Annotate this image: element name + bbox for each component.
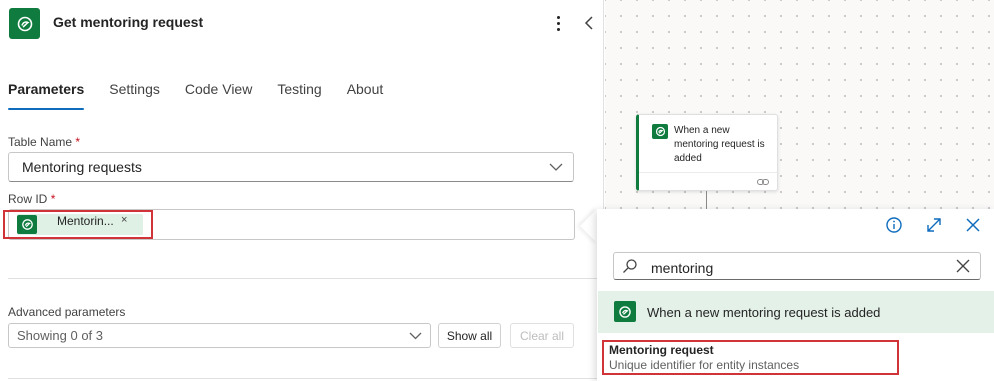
- divider: [8, 278, 602, 279]
- chevron-down-icon: [549, 163, 563, 171]
- dataverse-icon: [614, 301, 636, 322]
- dynamic-content-search[interactable]: mentoring: [613, 252, 981, 280]
- tab-settings[interactable]: Settings: [109, 80, 160, 110]
- highlight-box: [602, 340, 899, 375]
- divider: [8, 378, 602, 379]
- advanced-select-value: Showing 0 of 3: [17, 328, 104, 343]
- close-icon[interactable]: [963, 215, 983, 235]
- highlight-box: [3, 210, 153, 239]
- tab-parameters[interactable]: Parameters: [8, 80, 85, 110]
- table-name-value: Mentoring requests: [22, 159, 142, 175]
- row-id-label: Row ID *: [8, 192, 55, 206]
- table-name-select[interactable]: Mentoring requests: [8, 152, 574, 182]
- info-icon[interactable]: [884, 215, 904, 235]
- dynamic-content-group[interactable]: When a new mentoring request is added: [598, 291, 994, 333]
- expand-icon[interactable]: [924, 215, 944, 235]
- chevron-down-icon: [409, 332, 422, 340]
- dataverse-icon: [652, 124, 668, 139]
- tab-list: Parameters Settings Code View Testing Ab…: [8, 80, 408, 110]
- advanced-parameters-label: Advanced parameters: [8, 305, 126, 319]
- more-vertical-icon[interactable]: [550, 12, 566, 34]
- link-icon: [757, 179, 769, 185]
- tab-code-view[interactable]: Code View: [185, 80, 252, 110]
- panel-title: Get mentoring request: [53, 14, 204, 30]
- show-all-button[interactable]: Show all: [438, 323, 501, 348]
- action-config-panel: Get mentoring request Parameters Setting…: [0, 0, 604, 381]
- clear-all-button[interactable]: Clear all: [510, 323, 574, 348]
- search-input-value[interactable]: mentoring: [651, 260, 713, 276]
- trigger-card-title: When a new mentoring request is added: [674, 125, 765, 164]
- tab-testing[interactable]: Testing: [277, 80, 321, 110]
- required-marker: *: [75, 135, 81, 149]
- group-title: When a new mentoring request is added: [647, 305, 881, 320]
- close-icon[interactable]: [956, 259, 970, 273]
- trigger-card[interactable]: When a new mentoring request is added: [636, 114, 778, 191]
- table-name-label: Table Name *: [8, 135, 80, 149]
- dataverse-icon: [9, 8, 40, 39]
- advanced-parameters-select[interactable]: Showing 0 of 3: [8, 323, 431, 348]
- row-id-label-text: Row ID: [8, 192, 48, 206]
- card-divider: [639, 172, 777, 173]
- table-name-label-text: Table Name: [8, 135, 73, 149]
- panel-header: Get mentoring request: [0, 0, 604, 48]
- collapse-chevron-icon[interactable]: [580, 12, 598, 34]
- tab-about[interactable]: About: [347, 80, 384, 110]
- required-marker: *: [50, 192, 56, 206]
- search-icon: [623, 259, 637, 273]
- flow-connector: [706, 191, 707, 209]
